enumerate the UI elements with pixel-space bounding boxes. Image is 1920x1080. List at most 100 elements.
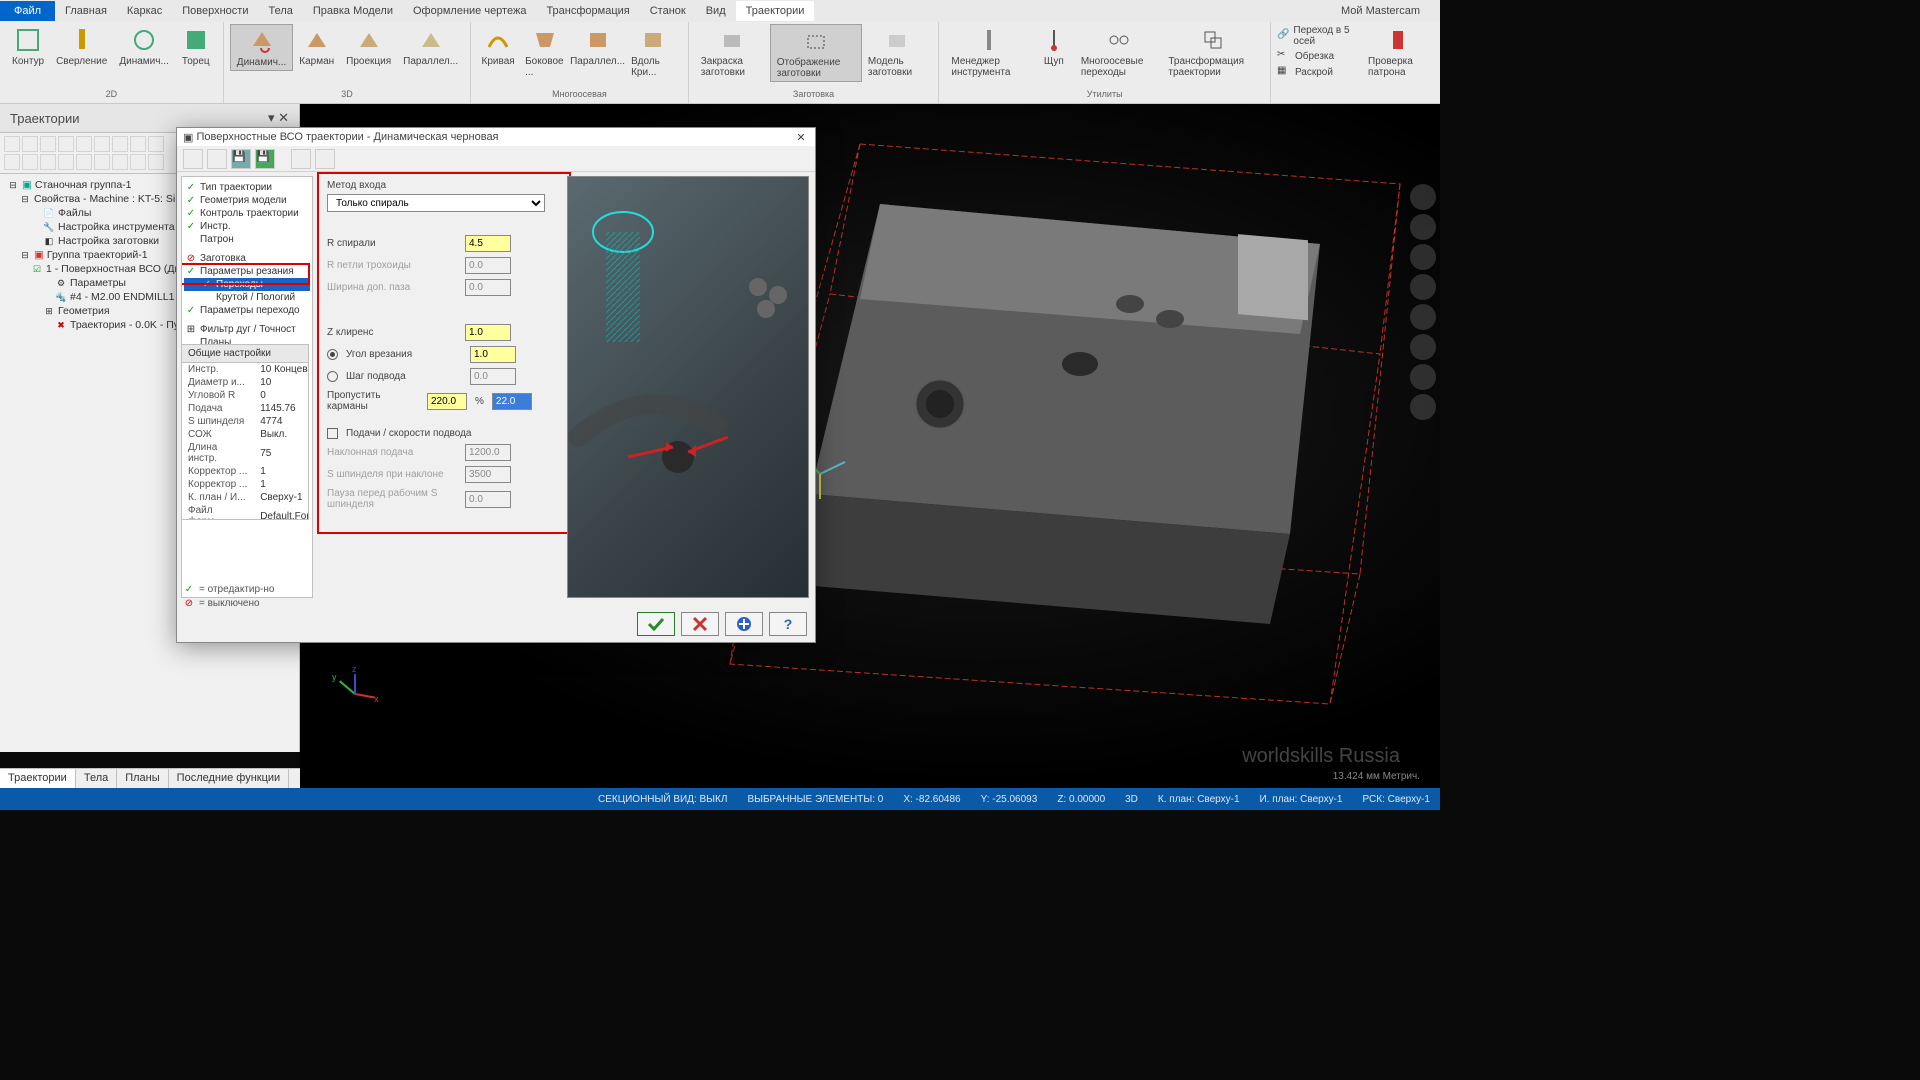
tb16[interactable]	[112, 154, 128, 170]
dialog-close[interactable]: ✕	[793, 131, 809, 144]
status-tplane[interactable]: И. план: Сверху-1	[1260, 794, 1343, 805]
tb-e[interactable]	[291, 149, 311, 169]
entry-angle-input[interactable]	[470, 346, 516, 363]
menu-drafting[interactable]: Оформление чертежа	[403, 1, 536, 21]
tb-d[interactable]: 💾	[255, 149, 275, 169]
tb2[interactable]	[22, 136, 38, 152]
skip-pockets-input[interactable]	[427, 393, 467, 410]
tb9[interactable]	[148, 136, 164, 152]
ribbon-swarf[interactable]: Боковое ...	[519, 24, 570, 80]
ribbon-5axis-link[interactable]: 🔗Переход в 5 осей	[1277, 24, 1350, 48]
tab-toolpaths[interactable]: Траектории	[0, 769, 76, 788]
menu-home[interactable]: Главная	[55, 1, 117, 21]
menu-view[interactable]: Вид	[696, 1, 736, 21]
ok-button[interactable]	[637, 612, 675, 636]
vp-tool-2[interactable]	[1410, 214, 1436, 240]
tb18[interactable]	[148, 154, 164, 170]
menu-solids[interactable]: Тела	[258, 1, 302, 21]
menu-toolpaths[interactable]: Траектории	[736, 1, 815, 21]
vp-tool-7[interactable]	[1410, 364, 1436, 390]
tree-geom-model[interactable]: ✓Геометрия модели	[184, 194, 310, 207]
ribbon-stock-display[interactable]: Отображение заготовки	[770, 24, 862, 82]
tree-tp-control[interactable]: ✓Контроль траектории	[184, 207, 310, 220]
ribbon-curve[interactable]: Кривая	[477, 24, 519, 80]
tb4[interactable]	[58, 136, 74, 152]
vp-tool-6[interactable]	[1410, 334, 1436, 360]
tb11[interactable]	[22, 154, 38, 170]
tab-solids[interactable]: Тела	[76, 769, 117, 788]
tb10[interactable]	[4, 154, 20, 170]
ribbon-pocket3d[interactable]: Карман	[293, 24, 340, 71]
tree-cutparams[interactable]: ✓Параметры резания	[184, 265, 310, 278]
ribbon-dynamic2d[interactable]: Динамич...	[113, 24, 174, 69]
z-clear-input[interactable]	[465, 324, 511, 341]
ribbon-chuck-check[interactable]: Проверка патрона	[1362, 24, 1434, 80]
tree-arcfilter[interactable]: ⊞Фильтр дуг / Точност	[184, 323, 310, 336]
tb7[interactable]	[112, 136, 128, 152]
tree-tool[interactable]: ✓Инстр.	[184, 220, 310, 233]
skip-pockets-pct-input[interactable]	[492, 393, 532, 410]
panel-menu-icon[interactable]: ▾ ✕	[268, 110, 289, 126]
ribbon-drill[interactable]: Сверление	[50, 24, 113, 69]
tree-transitions[interactable]: ✓Переходы	[184, 278, 310, 291]
tb17[interactable]	[130, 154, 146, 170]
tb3[interactable]	[40, 136, 56, 152]
tb-f[interactable]	[315, 149, 335, 169]
vp-tool-3[interactable]	[1410, 244, 1436, 270]
ribbon-dynamic3d[interactable]: Динамич...	[230, 24, 293, 71]
ribbon-toolmgr[interactable]: Менеджер инструмента	[945, 24, 1032, 80]
help-button[interactable]: ?	[769, 612, 807, 636]
ribbon-contour[interactable]: Контур	[6, 24, 50, 69]
entry-step-radio[interactable]	[327, 371, 338, 382]
menu-machine[interactable]: Станок	[640, 1, 696, 21]
status-cplane[interactable]: К. план: Сверху-1	[1158, 794, 1240, 805]
vp-tool-1[interactable]	[1410, 184, 1436, 210]
tb5[interactable]	[76, 136, 92, 152]
file-menu[interactable]: Файл	[0, 1, 55, 21]
cancel-button[interactable]	[681, 612, 719, 636]
tb13[interactable]	[58, 154, 74, 170]
tb6[interactable]	[94, 136, 110, 152]
tree-stock[interactable]: ⊘Заготовка	[184, 252, 310, 265]
status-wcs[interactable]: РСК: Сверху-1	[1363, 794, 1431, 805]
tb12[interactable]	[40, 154, 56, 170]
menu-surfaces[interactable]: Поверхности	[172, 1, 258, 21]
ribbon-stock-shade[interactable]: Закраска заготовки	[695, 24, 770, 82]
apply-button[interactable]	[725, 612, 763, 636]
feeds-checkbox[interactable]	[327, 428, 338, 439]
ribbon-face[interactable]: Торец	[175, 24, 217, 69]
dialog-title-bar[interactable]: ▣ Поверхностные ВСО траектории - Динамич…	[177, 128, 815, 146]
entry-method-select[interactable]: Только спираль	[327, 194, 545, 212]
vp-tool-8[interactable]	[1410, 394, 1436, 420]
menu-wireframe[interactable]: Каркас	[117, 1, 172, 21]
tree-tp-type[interactable]: ✓Тип траектории	[184, 181, 310, 194]
menu-transform[interactable]: Трансформация	[536, 1, 639, 21]
ribbon-probe[interactable]: Щуп	[1033, 24, 1075, 80]
r-spiral-input[interactable]	[465, 235, 511, 252]
tb8[interactable]	[130, 136, 146, 152]
tab-recent[interactable]: Последние функции	[169, 769, 290, 788]
ribbon-multiaxis-link[interactable]: Многоосевые переходы	[1075, 24, 1163, 80]
tree-steep[interactable]: Крутой / Пологий	[184, 291, 310, 304]
tb-b[interactable]	[207, 149, 227, 169]
ribbon-parallel-ma[interactable]: Параллел...	[570, 24, 625, 80]
status-mode[interactable]: 3D	[1125, 794, 1138, 805]
tb14[interactable]	[76, 154, 92, 170]
vp-tool-4[interactable]	[1410, 274, 1436, 300]
tree-holder[interactable]: Патрон	[184, 233, 310, 246]
ribbon-alongcurve[interactable]: Вдоль Кри...	[625, 24, 682, 80]
tree-linkparams[interactable]: ✓Параметры переходо	[184, 304, 310, 317]
tb-a[interactable]	[183, 149, 203, 169]
ribbon-transform-tp[interactable]: Трансформация траектории	[1162, 24, 1264, 80]
vp-tool-5[interactable]	[1410, 304, 1436, 330]
ribbon-trim[interactable]: ✂Обрезка	[1277, 48, 1350, 64]
tb-save[interactable]: 💾	[231, 149, 251, 169]
tab-planes[interactable]: Планы	[117, 769, 168, 788]
tb15[interactable]	[94, 154, 110, 170]
ribbon-parallel3d[interactable]: Параллел...	[397, 24, 464, 71]
ribbon-nesting[interactable]: ▦Раскрой	[1277, 64, 1350, 80]
menu-modelprep[interactable]: Правка Модели	[303, 1, 403, 21]
tb1[interactable]	[4, 136, 20, 152]
ribbon-project[interactable]: Проекция	[340, 24, 397, 71]
ribbon-stock-model[interactable]: Модель заготовки	[862, 24, 933, 82]
